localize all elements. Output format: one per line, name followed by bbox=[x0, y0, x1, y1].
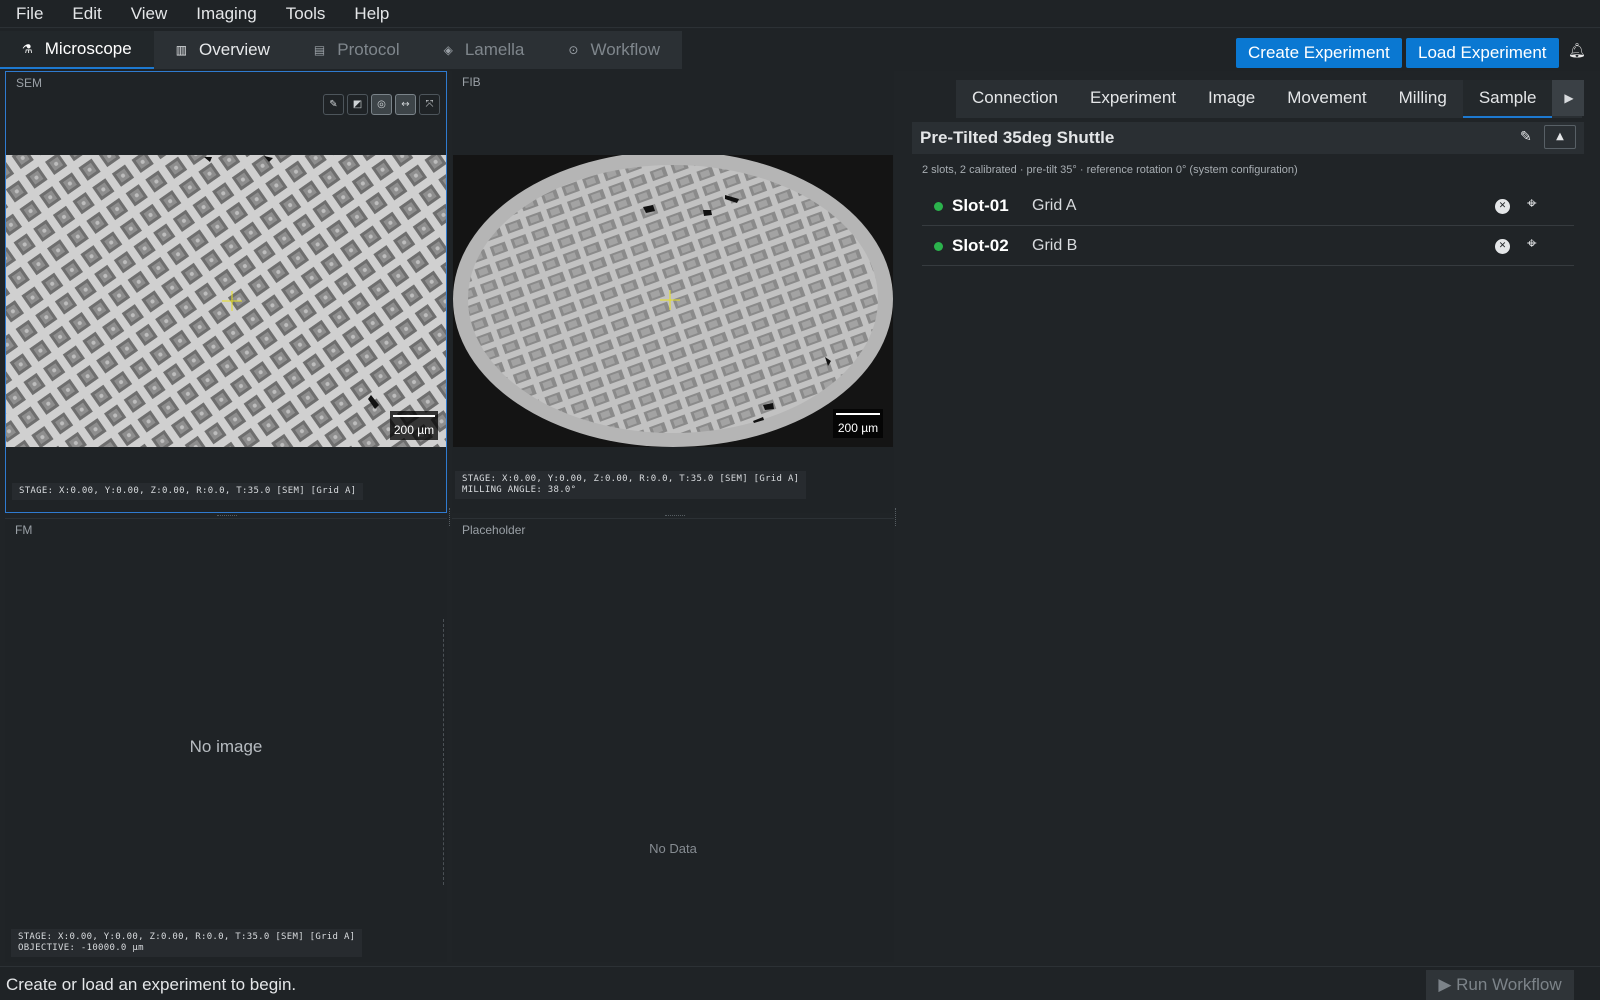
tab-overview[interactable]: ▥ Overview bbox=[154, 31, 292, 69]
close-icon[interactable]: ✕ bbox=[1495, 239, 1510, 254]
tab-label: Workflow bbox=[590, 40, 661, 59]
tab-label: Protocol bbox=[337, 40, 400, 59]
map-icon: ▥ bbox=[175, 43, 188, 57]
crosshair-icon[interactable]: ⌖ bbox=[1527, 194, 1537, 214]
document-icon: ▤ bbox=[313, 43, 326, 57]
list-item[interactable]: Slot-01 Grid A ✕ ⌖ bbox=[922, 188, 1574, 226]
sample-holder-header: Pre-Tilted 35deg Shuttle ✎ ▲ bbox=[912, 122, 1584, 154]
run-workflow-button[interactable]: ▶ Run Workflow bbox=[1426, 970, 1574, 1000]
menu-bar: File Edit View Imaging Tools Help bbox=[0, 0, 1600, 28]
fib-image[interactable]: 200 µm bbox=[453, 155, 893, 447]
sem-viewer[interactable]: SEM ✎ ◩ ◎ ↔ ⤧ 200 µm STAGE: X:0.00, Y:0.… bbox=[5, 71, 447, 513]
fm-scroll-divider bbox=[443, 619, 445, 885]
viewer-label: Placeholder bbox=[462, 523, 526, 537]
pencil-icon[interactable]: ✎ bbox=[1520, 129, 1532, 145]
tab-lamella[interactable]: ◈ Lamella bbox=[422, 31, 547, 69]
fm-empty-message: No image bbox=[189, 737, 263, 756]
tab-label: Lamella bbox=[464, 40, 525, 59]
tab-label: Overview bbox=[199, 40, 270, 59]
placeholder-viewer: Placeholder No Data bbox=[452, 518, 894, 962]
splitter-handle[interactable] bbox=[449, 508, 451, 526]
slot-grid: Grid B bbox=[1032, 237, 1078, 254]
splitter-handle[interactable] bbox=[895, 508, 897, 526]
contrast-icon[interactable]: ◩ bbox=[347, 94, 368, 115]
menu-edit[interactable]: Edit bbox=[56, 0, 114, 28]
status-dot bbox=[934, 202, 943, 211]
fib-stage-info: STAGE: X:0.00, Y:0.00, Z:0.00, R:0.0, T:… bbox=[455, 471, 807, 499]
fib-viewer[interactable]: FIB 200 µm STAGE: X:0.00, Y:0.00, Z:0.00… bbox=[452, 71, 894, 513]
fib-scale-bar: 200 µm bbox=[833, 409, 883, 438]
play-icon: ▶ bbox=[1438, 975, 1452, 994]
status-dot bbox=[934, 242, 943, 251]
fib-grid-image bbox=[453, 155, 893, 447]
slot-grid: Grid A bbox=[1032, 197, 1077, 214]
close-icon[interactable]: ✕ bbox=[1495, 199, 1510, 214]
viewer-label: FM bbox=[15, 523, 33, 537]
load-experiment-button[interactable]: Load Experiment bbox=[1406, 38, 1559, 68]
stage-readout: STAGE: X:0.00, Y:0.00, Z:0.00, R:0.0, T:… bbox=[18, 932, 356, 942]
create-experiment-button[interactable]: Create Experiment bbox=[1236, 38, 1402, 68]
stage-readout: STAGE: X:0.00, Y:0.00, Z:0.00, R:0.0, T:… bbox=[462, 474, 800, 484]
layers-icon: ◈ bbox=[443, 43, 453, 57]
tab-label: Microscope bbox=[44, 39, 132, 58]
main-tab-bar: ⚗ Microscope ▥ Overview ▤ Protocol ◈ Lam… bbox=[0, 29, 1600, 71]
splitter-handle[interactable] bbox=[665, 515, 685, 517]
tab-connection[interactable]: Connection bbox=[956, 80, 1074, 118]
menu-imaging[interactable]: Imaging bbox=[180, 0, 269, 28]
run-workflow-label: Run Workflow bbox=[1456, 975, 1562, 994]
slot-name: Slot-01 bbox=[952, 196, 1009, 215]
tab-microscope[interactable]: ⚗ Microscope bbox=[0, 31, 154, 69]
no-data-message: No Data bbox=[649, 841, 697, 856]
tab-experiment[interactable]: Experiment bbox=[1074, 80, 1192, 118]
scale-label: 200 µm bbox=[393, 423, 435, 437]
tab-workflow[interactable]: ⊙ Workflow bbox=[546, 31, 682, 69]
sem-image[interactable]: 200 µm bbox=[6, 155, 446, 447]
control-tabs: Connection Experiment Image Movement Mil… bbox=[956, 80, 1583, 118]
status-message: Create or load an experiment to begin. bbox=[6, 975, 297, 994]
target-circle-icon[interactable]: ◎ bbox=[371, 94, 392, 115]
objective-readout: OBJECTIVE: -10000.0 µm bbox=[18, 943, 144, 953]
scale-label: 200 µm bbox=[837, 421, 879, 435]
measure-icon[interactable]: ↔ bbox=[395, 94, 416, 115]
tab-image[interactable]: Image bbox=[1192, 80, 1271, 118]
fm-viewer[interactable]: FM No image STAGE: X:0.00, Y:0.00, Z:0.0… bbox=[5, 518, 447, 962]
pencil-icon[interactable]: ✎ bbox=[323, 94, 344, 115]
control-panel: Connection Experiment Image Movement Mil… bbox=[912, 78, 1600, 962]
splitter-handle[interactable] bbox=[217, 515, 237, 517]
status-bar: Create or load an experiment to begin. ▶… bbox=[0, 966, 1600, 1000]
fit-icon[interactable]: ⤧ bbox=[419, 94, 440, 115]
slot-name: Slot-02 bbox=[952, 236, 1009, 255]
tab-movement[interactable]: Movement bbox=[1271, 80, 1382, 118]
bell-icon[interactable]: 🔔︎ bbox=[1568, 43, 1586, 59]
sem-grid-image bbox=[6, 155, 446, 447]
sem-stage-info: STAGE: X:0.00, Y:0.00, Z:0.00, R:0.0, T:… bbox=[12, 483, 364, 500]
play-circle-icon: ⊙ bbox=[568, 43, 579, 57]
fm-stage-info: STAGE: X:0.00, Y:0.00, Z:0.00, R:0.0, T:… bbox=[11, 929, 363, 957]
list-item[interactable]: Slot-02 Grid B ✕ ⌖ bbox=[922, 228, 1574, 266]
menu-file[interactable]: File bbox=[0, 0, 56, 28]
sem-scale-bar: 200 µm bbox=[390, 411, 438, 440]
sample-holder-summary: 2 slots, 2 calibrated · pre-tilt 35° · r… bbox=[922, 164, 1298, 176]
tab-protocol[interactable]: ▤ Protocol bbox=[292, 31, 422, 69]
microscope-icon: ⚗ bbox=[22, 42, 33, 56]
tab-milling[interactable]: Milling bbox=[1383, 80, 1463, 118]
viewer-label: FIB bbox=[462, 75, 481, 89]
viewer-label: SEM bbox=[16, 76, 43, 90]
menu-tools[interactable]: Tools bbox=[270, 0, 339, 28]
sample-holder-title: Pre-Tilted 35deg Shuttle bbox=[920, 128, 1115, 147]
menu-view[interactable]: View bbox=[115, 0, 181, 28]
milling-angle-readout: MILLING ANGLE: 38.0° bbox=[462, 485, 577, 495]
crosshair-icon[interactable]: ⌖ bbox=[1527, 234, 1537, 254]
stage-readout: STAGE: X:0.00, Y:0.00, Z:0.00, R:0.0, T:… bbox=[19, 486, 357, 496]
chevron-up-icon[interactable]: ▲ bbox=[1544, 125, 1576, 149]
sem-toolbar: ✎ ◩ ◎ ↔ ⤧ bbox=[323, 94, 440, 115]
tab-sample[interactable]: Sample bbox=[1462, 80, 1553, 118]
chevron-right-icon[interactable]: ▶ bbox=[1554, 80, 1584, 116]
menu-help[interactable]: Help bbox=[338, 0, 402, 28]
